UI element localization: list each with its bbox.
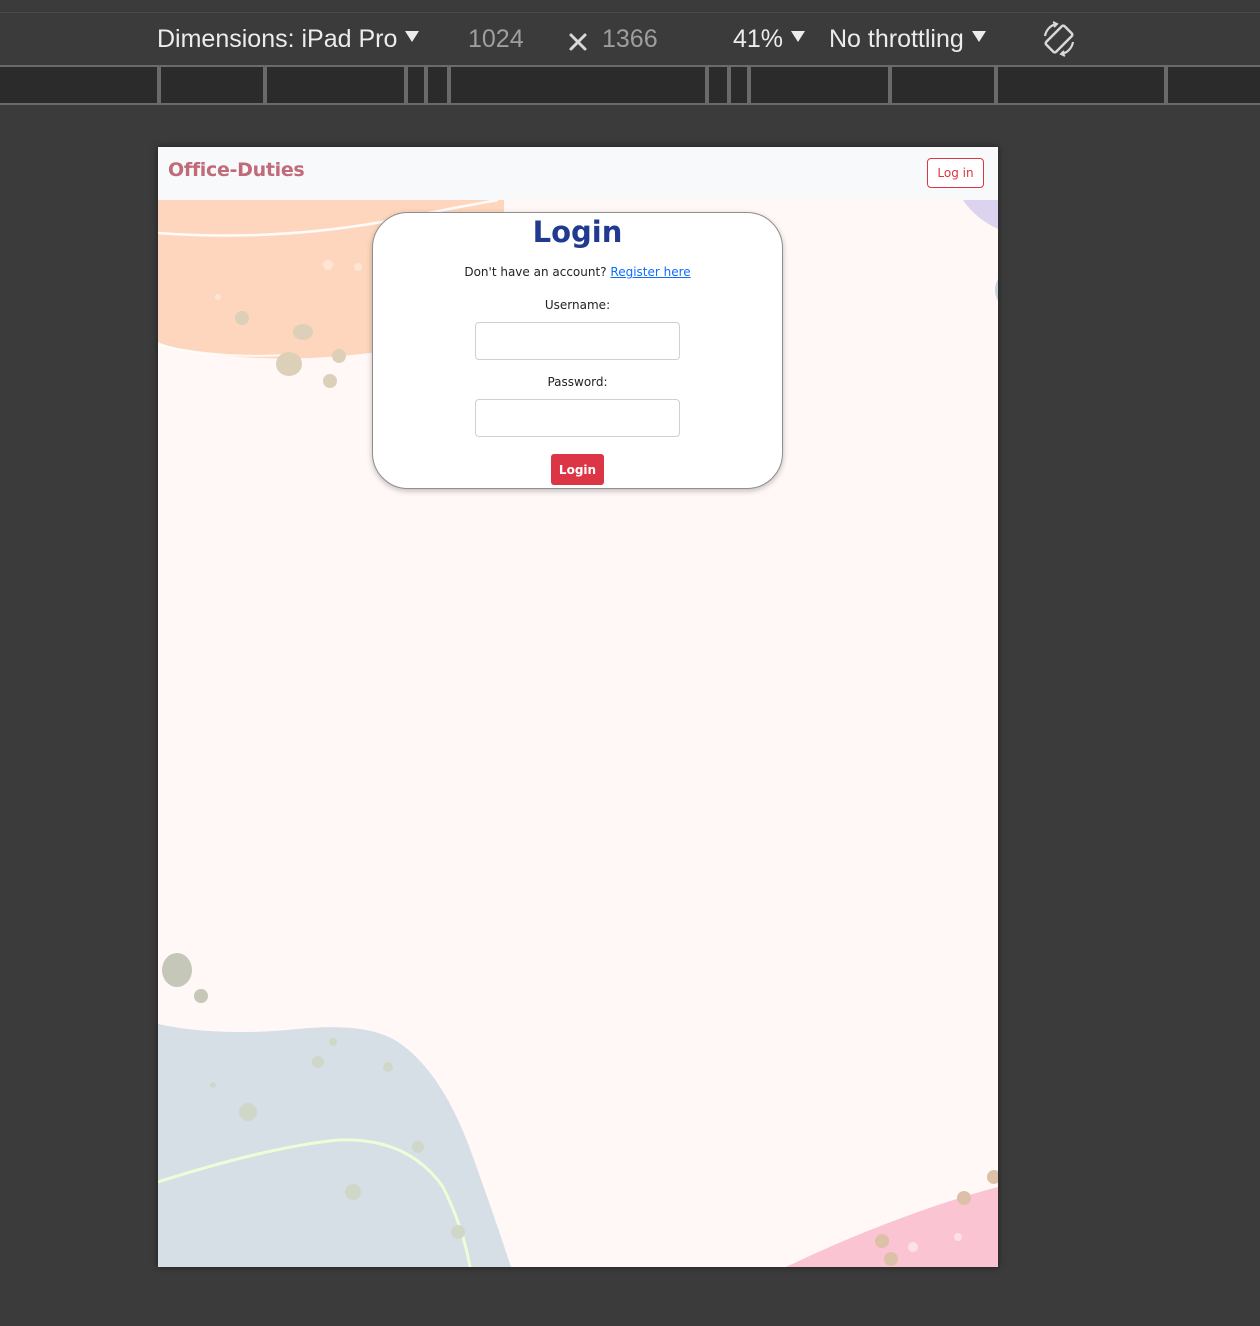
username-label: Username: [544, 298, 611, 312]
media-query-marker[interactable] [447, 67, 451, 103]
throttling-dropdown[interactable]: No throttling [829, 23, 986, 55]
register-prompt-text: Don't have an account? [464, 265, 607, 279]
register-prompt: Don't have an account? Register here [373, 265, 782, 279]
device-dimensions-dropdown[interactable]: Dimensions: iPad Pro [157, 23, 420, 55]
device-dimensions-label: Dimensions: iPad Pro [157, 25, 398, 53]
password-input[interactable] [475, 399, 680, 437]
media-query-marker[interactable] [727, 67, 731, 103]
media-query-marker[interactable] [994, 67, 998, 103]
times-icon [569, 33, 587, 51]
media-query-marker[interactable] [157, 67, 161, 103]
caret-down-icon [791, 31, 806, 42]
device-toolbar: Dimensions: iPad Pro 1024 1366 41% No th… [0, 13, 1260, 65]
password-label: Password: [547, 375, 608, 389]
login-title: Login [532, 215, 623, 249]
brand-logo[interactable]: Office-Duties [168, 159, 305, 181]
throttling-label: No throttling [829, 25, 964, 53]
media-query-marker[interactable] [888, 67, 892, 103]
media-query-marker[interactable] [1164, 67, 1168, 103]
caret-down-icon [405, 31, 420, 42]
zoom-label: 41% [733, 25, 784, 53]
zoom-dropdown[interactable]: 41% [733, 23, 806, 55]
media-query-marker[interactable] [404, 67, 408, 103]
media-query-marker[interactable] [263, 67, 267, 103]
media-query-bar[interactable] [0, 65, 1260, 105]
media-query-marker[interactable] [747, 67, 751, 103]
navbar: Office-Duties Log in [158, 147, 998, 200]
height-input[interactable]: 1366 [602, 23, 658, 55]
login-submit-button[interactable]: Login [551, 454, 604, 485]
caret-down-icon [971, 31, 986, 42]
emulated-page-viewport: Office-Duties Log in Login Don't have an… [158, 147, 998, 1267]
navbar-login-button[interactable]: Log in [927, 158, 984, 188]
username-input[interactable] [475, 322, 680, 360]
login-card: Login Don't have an account? Register he… [372, 212, 783, 489]
media-query-marker[interactable] [705, 67, 709, 103]
rotate-icon[interactable] [1040, 20, 1078, 58]
register-link[interactable]: Register here [610, 265, 690, 279]
devtools-top-strip [0, 0, 1260, 13]
width-input[interactable]: 1024 [468, 23, 524, 55]
media-query-marker[interactable] [424, 67, 428, 103]
